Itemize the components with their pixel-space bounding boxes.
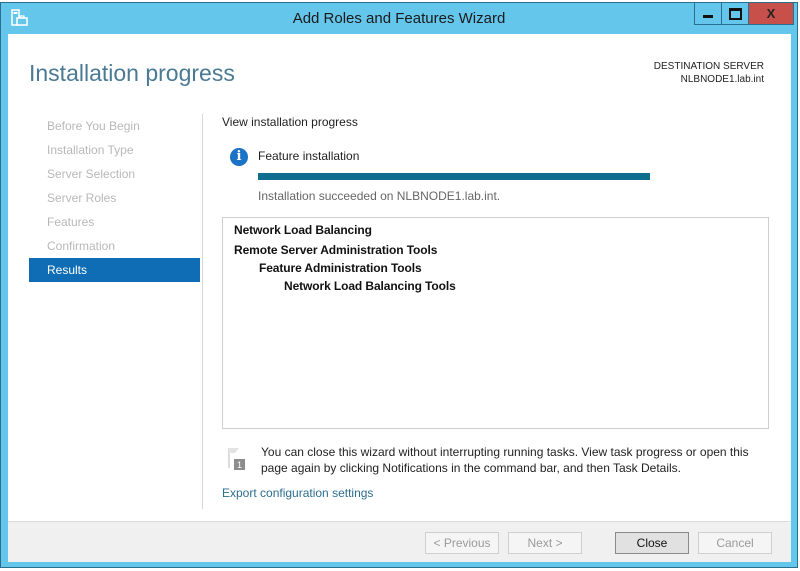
close-window-button[interactable]: X bbox=[748, 3, 794, 25]
installation-progress-bar bbox=[258, 173, 650, 180]
step-installation-type[interactable]: Installation Type bbox=[29, 138, 200, 162]
minimize-button[interactable] bbox=[694, 3, 722, 25]
step-server-selection[interactable]: Server Selection bbox=[29, 162, 200, 186]
step-confirmation[interactable]: Confirmation bbox=[29, 234, 200, 258]
export-configuration-link[interactable]: Export configuration settings bbox=[222, 486, 373, 500]
result-item: Feature Administration Tools bbox=[259, 261, 422, 275]
cancel-button[interactable]: Cancel bbox=[698, 532, 772, 554]
wizard-window: Add Roles and Features Wizard X Installa… bbox=[0, 2, 798, 568]
notification-count: 1 bbox=[237, 460, 242, 470]
next-button[interactable]: Next > bbox=[508, 532, 582, 554]
section-label: View installation progress bbox=[222, 115, 358, 129]
wizard-steps-nav: Before You Begin Installation Type Serve… bbox=[29, 114, 200, 282]
progress-fill bbox=[258, 173, 650, 180]
results-list: Network Load Balancing Remote Server Adm… bbox=[222, 217, 769, 429]
notification-flag-icon: 1 bbox=[228, 448, 245, 470]
destination-server-name: NLBNODE1.lab.int bbox=[680, 74, 764, 85]
step-server-roles[interactable]: Server Roles bbox=[29, 186, 200, 210]
info-icon: i bbox=[230, 148, 248, 166]
wizard-footer: < Previous Next > Close Cancel bbox=[8, 521, 791, 562]
result-item: Network Load Balancing Tools bbox=[284, 279, 456, 293]
close-wizard-notice: You can close this wizard without interr… bbox=[261, 445, 749, 475]
installation-status: Installation succeeded on NLBNODE1.lab.i… bbox=[258, 189, 501, 203]
destination-label: DESTINATION SERVER bbox=[653, 61, 764, 72]
feature-installation-label: Feature installation bbox=[258, 149, 360, 163]
step-before-you-begin[interactable]: Before You Begin bbox=[29, 114, 200, 138]
minimize-icon bbox=[703, 15, 713, 18]
title-bar[interactable]: Add Roles and Features Wizard X bbox=[1, 3, 797, 33]
wizard-content: Installation progress DESTINATION SERVER… bbox=[8, 34, 791, 562]
step-features[interactable]: Features bbox=[29, 210, 200, 234]
sidebar-divider bbox=[202, 114, 203, 509]
destination-server-info: DESTINATION SERVER NLBNODE1.lab.int bbox=[654, 60, 764, 86]
page-title: Installation progress bbox=[29, 60, 235, 86]
result-item: Remote Server Administration Tools bbox=[234, 243, 438, 257]
maximize-button[interactable] bbox=[721, 3, 749, 25]
previous-button[interactable]: < Previous bbox=[425, 532, 499, 554]
step-results[interactable]: Results bbox=[29, 258, 200, 282]
close-icon: X bbox=[766, 6, 776, 21]
maximize-icon bbox=[728, 7, 742, 20]
close-button[interactable]: Close bbox=[615, 532, 689, 554]
window-title: Add Roles and Features Wizard bbox=[292, 10, 506, 27]
result-item: Network Load Balancing bbox=[234, 223, 372, 237]
